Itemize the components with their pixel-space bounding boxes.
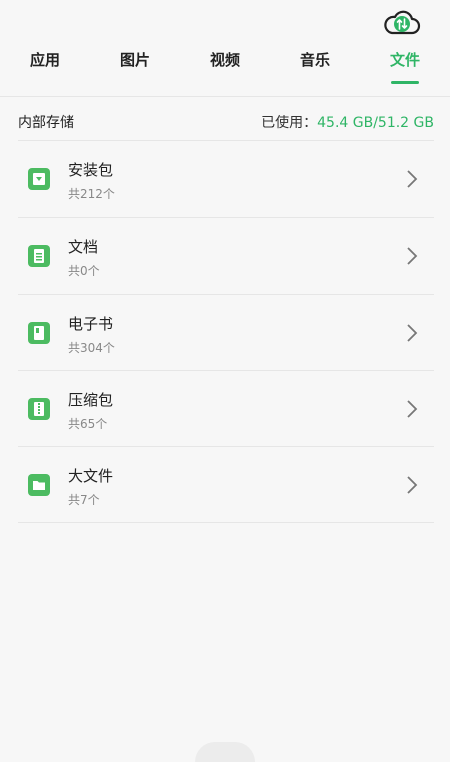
- folder-icon: [28, 474, 50, 496]
- tab-label: 图片: [119, 51, 150, 69]
- item-name: 电子书: [68, 315, 114, 333]
- item-count: 共304个: [68, 341, 115, 355]
- tab-videos[interactable]: 视频: [190, 44, 260, 84]
- list-item-package[interactable]: 安装包 共212个: [18, 141, 434, 217]
- chevron-right-icon: [406, 475, 418, 495]
- item-count: 共7个: [68, 493, 100, 507]
- chevron-right-icon: [406, 169, 418, 189]
- chevron-right-icon: [406, 323, 418, 343]
- active-tab-indicator: [391, 81, 419, 84]
- item-name: 大文件: [68, 467, 114, 485]
- storage-used-label: 已使用：: [261, 115, 318, 131]
- tab-apps[interactable]: 应用: [10, 44, 80, 84]
- list-item-large-files[interactable]: 大文件 共7个: [18, 447, 434, 523]
- document-icon: [28, 245, 50, 267]
- archive-icon: [28, 398, 50, 420]
- tab-files[interactable]: 文件: [370, 44, 440, 84]
- item-count: 共0个: [68, 264, 100, 278]
- bottom-handle[interactable]: [195, 742, 255, 762]
- list-item-ebooks[interactable]: 电子书 共304个: [18, 295, 434, 371]
- storage-title: 内部存储: [18, 115, 74, 131]
- top-bar: 应用 图片 视频 音乐 文件: [0, 0, 450, 97]
- list-item-documents[interactable]: 文档 共0个: [18, 218, 434, 294]
- category-tabs: 应用 图片 视频 音乐 文件: [0, 44, 450, 84]
- item-name: 文档: [68, 238, 99, 256]
- internal-storage-summary: 内部存储 已使用：45.4 GB/51.2 GB: [18, 108, 434, 138]
- item-count: 共212个: [68, 187, 115, 201]
- tab-label: 应用: [29, 51, 60, 69]
- cloud-transfer-icon[interactable]: [382, 6, 422, 38]
- tab-label: 文件: [389, 51, 420, 69]
- tab-label: 音乐: [299, 51, 330, 69]
- tab-music[interactable]: 音乐: [280, 44, 350, 84]
- tab-images[interactable]: 图片: [100, 44, 170, 84]
- chevron-right-icon: [406, 399, 418, 419]
- storage-usage: 已使用：45.4 GB/51.2 GB: [261, 112, 434, 132]
- item-count: 共65个: [68, 417, 108, 431]
- ebook-icon: [28, 322, 50, 344]
- storage-used-value: 45.4 GB/51.2 GB: [317, 115, 434, 131]
- list-item-archives[interactable]: 压缩包 共65个: [18, 371, 434, 447]
- chevron-right-icon: [406, 246, 418, 266]
- divider: [18, 522, 434, 523]
- item-name: 压缩包: [68, 391, 114, 409]
- item-name: 安装包: [68, 161, 114, 179]
- tab-label: 视频: [209, 51, 240, 69]
- package-icon: [28, 168, 50, 190]
